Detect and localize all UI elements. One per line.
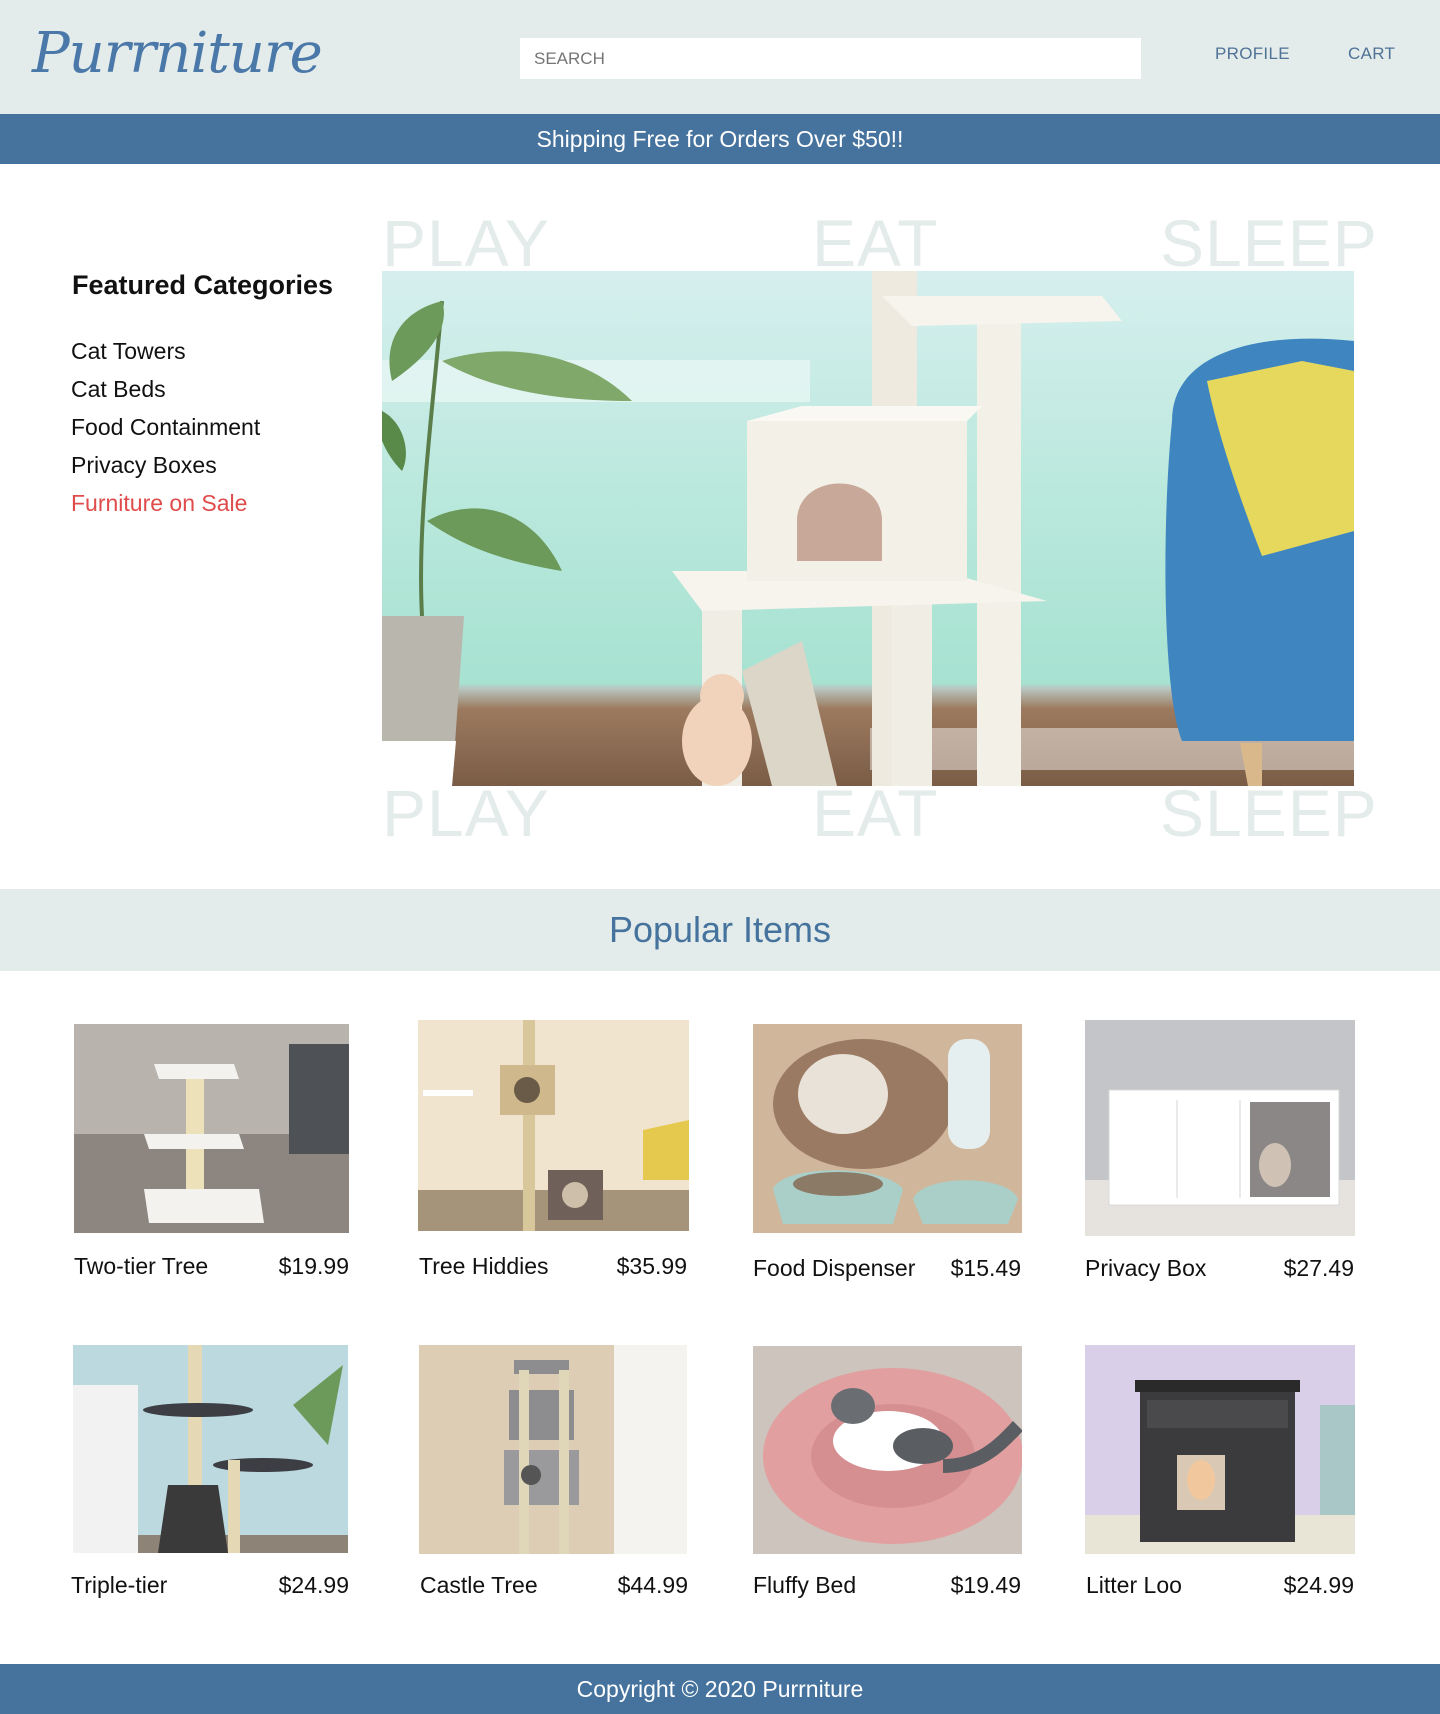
hero-illustration bbox=[382, 271, 1354, 786]
product-name[interactable]: Litter Loo bbox=[1086, 1571, 1182, 1599]
product-price: $19.99 bbox=[278, 1253, 349, 1279]
product-illustration bbox=[1085, 1020, 1355, 1236]
hero-word-sleep-bottom: SLEEP bbox=[1160, 776, 1378, 850]
product-image-fluffy-bed[interactable] bbox=[753, 1346, 1022, 1554]
featured-categories-heading: Featured Categories bbox=[72, 270, 334, 300]
product-price: $24.99 bbox=[278, 1572, 349, 1598]
product-name[interactable]: Triple-tier bbox=[71, 1571, 167, 1599]
hero-word-play-top: PLAY bbox=[382, 206, 550, 280]
product-name[interactable]: Two-tier Tree bbox=[74, 1252, 208, 1280]
product-price: $15.49 bbox=[950, 1255, 1021, 1281]
product-illustration bbox=[753, 1346, 1022, 1554]
product-price: $44.99 bbox=[617, 1572, 688, 1598]
hero-word-eat-top: EAT bbox=[812, 206, 939, 280]
product-illustration bbox=[419, 1345, 687, 1554]
product-illustration bbox=[74, 1024, 349, 1233]
nav-profile-link[interactable]: PROFILE bbox=[1215, 44, 1290, 64]
site-footer: Copyright © 2020 Purrniture bbox=[0, 1664, 1440, 1714]
category-furniture-on-sale[interactable]: Furniture on Sale bbox=[71, 488, 260, 526]
product-image-two-tier-tree[interactable] bbox=[74, 1024, 349, 1233]
search-input[interactable] bbox=[520, 38, 1141, 79]
product-price: $35.99 bbox=[616, 1253, 687, 1279]
product-image-food-dispenser[interactable] bbox=[753, 1024, 1022, 1233]
category-list: Cat Towers Cat Beds Food Containment Pri… bbox=[71, 336, 260, 526]
site-header: Purrniture PROFILE CART bbox=[0, 0, 1440, 114]
category-privacy-boxes[interactable]: Privacy Boxes bbox=[71, 450, 260, 488]
category-cat-towers[interactable]: Cat Towers bbox=[71, 336, 260, 374]
nav-cart-link[interactable]: CART bbox=[1348, 44, 1395, 64]
product-image-triple-tier[interactable] bbox=[73, 1345, 348, 1553]
product-image-castle-tree[interactable] bbox=[419, 1345, 687, 1554]
product-name[interactable]: Food Dispenser bbox=[753, 1254, 915, 1282]
product-image-privacy-box[interactable] bbox=[1085, 1020, 1355, 1236]
product-price: $24.99 bbox=[1283, 1572, 1354, 1598]
product-name[interactable]: Castle Tree bbox=[420, 1571, 538, 1599]
category-cat-beds[interactable]: Cat Beds bbox=[71, 374, 260, 412]
product-illustration bbox=[73, 1345, 348, 1553]
hero-word-play-bottom: PLAY bbox=[382, 776, 550, 850]
product-price: $19.49 bbox=[950, 1572, 1021, 1598]
hero-image[interactable] bbox=[382, 271, 1354, 786]
product-price: $27.49 bbox=[1283, 1255, 1354, 1281]
product-image-tree-hiddies[interactable] bbox=[418, 1020, 689, 1231]
product-illustration bbox=[418, 1020, 689, 1231]
product-illustration bbox=[1085, 1345, 1355, 1554]
product-name[interactable]: Tree Hiddies bbox=[419, 1252, 549, 1280]
category-food-containment[interactable]: Food Containment bbox=[71, 412, 260, 450]
hero-word-sleep-top: SLEEP bbox=[1160, 206, 1378, 280]
site-logo[interactable]: Purrniture bbox=[32, 18, 323, 90]
shipping-banner: Shipping Free for Orders Over $50!! bbox=[0, 114, 1440, 164]
popular-items-heading: Popular Items bbox=[0, 889, 1440, 971]
product-image-litter-loo[interactable] bbox=[1085, 1345, 1355, 1554]
product-name[interactable]: Fluffy Bed bbox=[753, 1571, 856, 1599]
product-name[interactable]: Privacy Box bbox=[1085, 1254, 1206, 1282]
hero-word-eat-bottom: EAT bbox=[812, 776, 939, 850]
product-illustration bbox=[753, 1024, 1022, 1233]
